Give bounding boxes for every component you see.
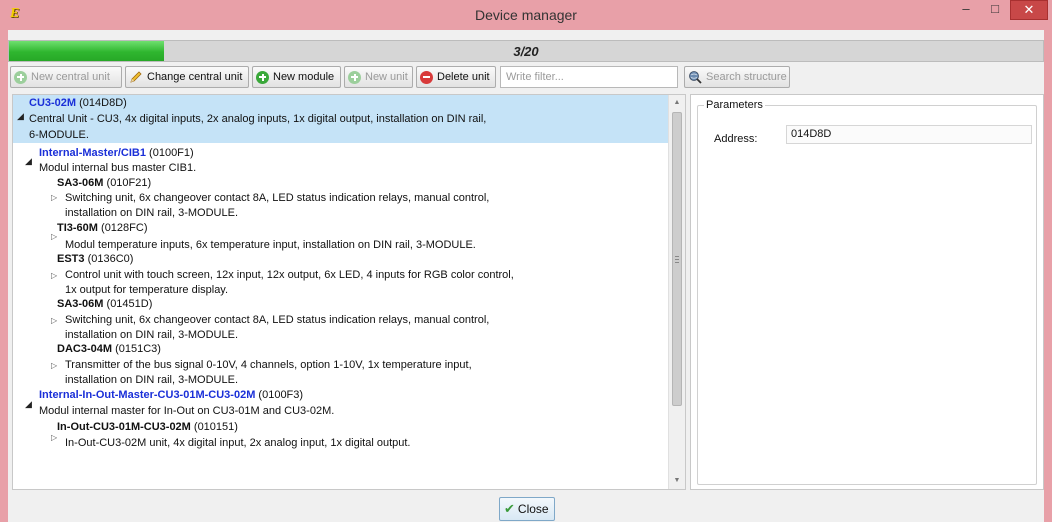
minimize-button[interactable]: – [952, 0, 980, 20]
node-description: 6-MODULE. [29, 129, 89, 141]
node-name: Internal-Master/CIB1 [39, 147, 146, 159]
window-title: Device manager [475, 7, 577, 23]
scroll-down-arrow-icon[interactable]: ▼ [669, 473, 685, 489]
new-central-unit-label: New central unit [31, 71, 110, 83]
node-description: Modul internal master for In-Out on CU3-… [39, 405, 335, 417]
node-description: Modul temperature inputs, 6x temperature… [65, 239, 476, 251]
close-button[interactable]: ✔ Close [499, 497, 555, 521]
progress-text: 3/20 [513, 44, 539, 59]
node-description: installation on DIN rail, 3-MODULE. [65, 207, 239, 219]
parameters-group: Parameters Address: 014D8D [697, 99, 1037, 485]
node-description: installation on DIN rail, 3-MODULE. [65, 329, 239, 341]
search-structure-button[interactable]: Search structure [684, 66, 790, 88]
node-code: (0100F3) [258, 389, 304, 401]
address-field[interactable]: 014D8D [786, 125, 1032, 144]
plus-circle-icon [256, 70, 269, 84]
tree-node-internal-master-cib1[interactable]: ◢ Internal-Master/CIB1 (0100F1) Modul in… [13, 147, 668, 175]
change-central-unit-button[interactable]: Change central unit [125, 66, 249, 88]
checkmark-icon: ✔ [504, 501, 515, 516]
node-description: 1x output for temperature display. [65, 284, 229, 296]
tree-scrollbar[interactable]: ▲ ▼ [668, 95, 685, 489]
node-code: (010F21) [106, 177, 152, 189]
node-code: (0136C0) [87, 253, 134, 265]
maximize-button[interactable]: □ [981, 0, 1009, 20]
node-code: (0100F1) [149, 147, 194, 159]
new-unit-label: New unit [365, 71, 408, 83]
tree-node-est3[interactable]: EST3 (0136C0) ▷ Control unit with touch … [13, 253, 668, 297]
node-code: (0151C3) [115, 343, 161, 355]
scroll-thumb[interactable] [672, 112, 682, 406]
node-description: installation on DIN rail, 3-MODULE. [65, 374, 239, 386]
tree-node-internal-in-out-master[interactable]: ◢ Internal-In-Out-Master-CU3-01M-CU3-02M… [13, 389, 668, 419]
node-name: Internal-In-Out-Master-CU3-01M-CU3-02M [39, 389, 256, 401]
tree-node-cu3-02m[interactable]: CU3-02M (014D8D) ◢ Central Unit - CU3, 4… [13, 95, 668, 143]
scroll-up-arrow-icon[interactable]: ▲ [669, 95, 685, 111]
search-globe-icon [689, 71, 702, 84]
new-module-label: New module [273, 71, 335, 83]
node-description: Switching unit, 6x changeover contact 8A… [65, 314, 490, 326]
node-code: (010151) [193, 421, 238, 433]
progress-bar: 3/20 [8, 40, 1044, 62]
window-client-area: 3/20 New central unit Change central uni… [8, 30, 1044, 522]
node-description: Transmitter of the bus signal 0-10V, 4 c… [65, 359, 472, 371]
toolbar: New central unit Change central unit New… [10, 66, 1040, 88]
tree-node-dac3-04m[interactable]: DAC3-04M (0151C3) ▷ Transmitter of the b… [13, 343, 668, 389]
device-tree: CU3-02M (014D8D) ◢ Central Unit - CU3, 4… [13, 95, 668, 489]
tree-node-ti3-60m[interactable]: TI3-60M (0128FC) ▷ Modul temperature inp… [13, 222, 668, 252]
minus-circle-icon [420, 70, 433, 84]
delete-unit-button[interactable]: Delete unit [416, 66, 496, 88]
node-description: In-Out-CU3-02M unit, 4x digital input, 2… [65, 437, 411, 449]
search-structure-label: Search structure [706, 71, 787, 83]
close-button-label: Close [517, 502, 549, 516]
node-name: CU3-02M [29, 97, 77, 109]
pencil-icon [130, 71, 142, 83]
node-name: TI3-60M [57, 222, 98, 234]
node-description: Modul internal bus master CIB1. [39, 162, 197, 174]
node-description: Switching unit, 6x changeover contact 8A… [65, 192, 490, 204]
title-bar[interactable]: E Device manager – □ ✕ [0, 0, 1052, 30]
parameters-title: Parameters [704, 99, 765, 111]
change-central-unit-label: Change central unit [147, 71, 243, 83]
window-close-button[interactable]: ✕ [1010, 0, 1048, 20]
node-code: (01451D) [106, 298, 153, 310]
new-module-button[interactable]: New module [252, 66, 341, 88]
delete-unit-label: Delete unit [437, 71, 490, 83]
new-central-unit-button[interactable]: New central unit [10, 66, 122, 88]
node-code: (0128FC) [101, 222, 148, 234]
node-description: Central Unit - CU3, 4x digital inputs, 2… [29, 113, 487, 125]
tree-node-in-out-cu3[interactable]: In-Out-CU3-01M-CU3-02M (010151) ▷ In-Out… [13, 421, 668, 453]
filter-input[interactable] [500, 66, 678, 88]
node-code: (014D8D) [79, 97, 127, 109]
node-description: Control unit with touch screen, 12x inpu… [65, 269, 514, 281]
device-tree-panel[interactable]: CU3-02M (014D8D) ◢ Central Unit - CU3, 4… [12, 94, 686, 490]
node-name: DAC3-04M [57, 343, 113, 355]
plus-circle-icon [348, 70, 361, 84]
address-label: Address: [714, 133, 758, 145]
node-name: In-Out-CU3-01M-CU3-02M [57, 421, 191, 433]
node-name: SA3-06M [57, 298, 104, 310]
tree-node-sa3-06m-2[interactable]: SA3-06M (01451D) ▷ Switching unit, 6x ch… [13, 298, 668, 342]
tree-node-sa3-06m-1[interactable]: SA3-06M (010F21) ▷ Switching unit, 6x ch… [13, 177, 668, 221]
node-name: SA3-06M [57, 177, 104, 189]
plus-circle-icon [14, 70, 27, 84]
node-name: EST3 [57, 253, 85, 265]
parameters-panel: Parameters Address: 014D8D [690, 94, 1044, 490]
new-unit-button[interactable]: New unit [344, 66, 413, 88]
